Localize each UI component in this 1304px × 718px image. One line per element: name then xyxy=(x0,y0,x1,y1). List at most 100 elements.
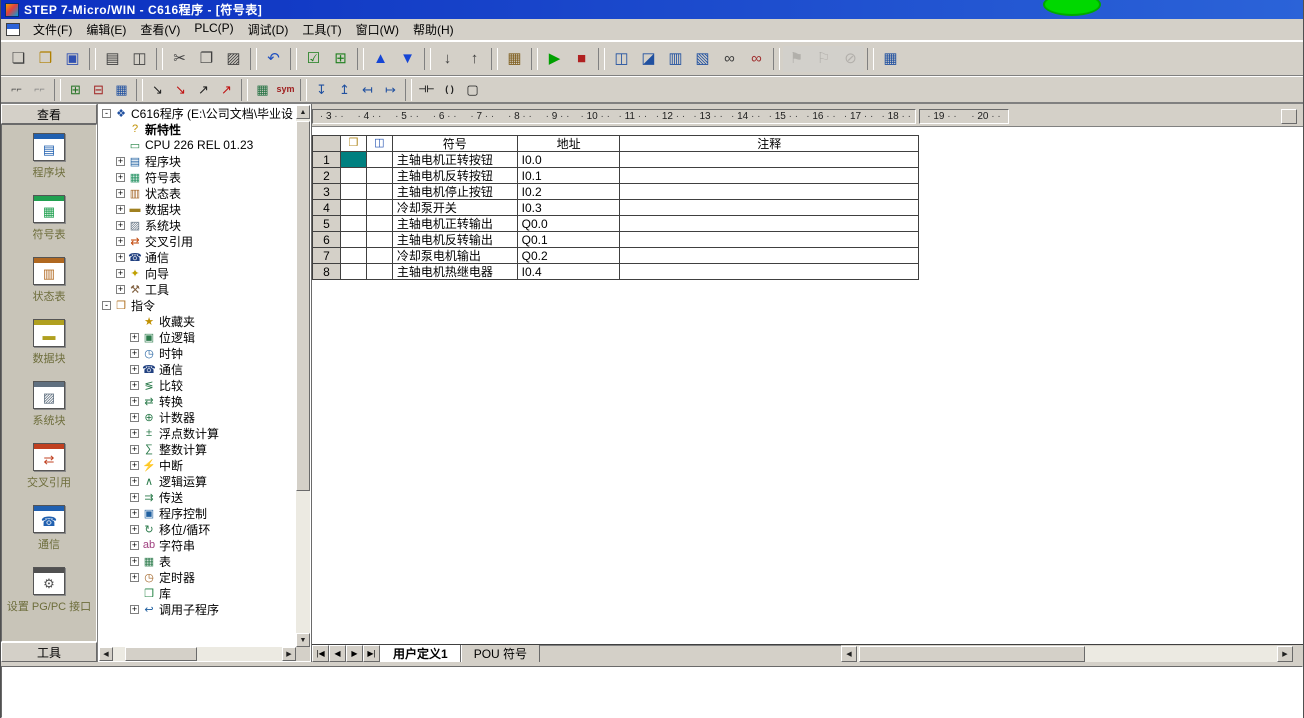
menu-item[interactable]: 查看(V) xyxy=(133,18,187,41)
tree-expand-toggle[interactable]: + xyxy=(130,396,139,406)
delete-column-button[interactable]: ↗ xyxy=(215,79,238,100)
tree-item-system-block[interactable]: + ▨ 系统块 xyxy=(99,217,296,233)
scroll-thumb[interactable] xyxy=(859,645,1085,662)
flag-cell[interactable] xyxy=(340,264,367,280)
tree-expand-toggle[interactable]: + xyxy=(130,508,139,518)
paste-button[interactable]: ▨ xyxy=(220,45,247,72)
tree-expand-toggle[interactable]: + xyxy=(130,492,139,502)
tree-item-move[interactable]: + ⇉ 传送 xyxy=(99,489,296,505)
tree-item-bit-logic[interactable]: + ▣ 位逻辑 xyxy=(99,329,296,345)
sidebar-item-data-block[interactable]: ▬ 数据块 xyxy=(2,319,96,381)
output-window[interactable] xyxy=(1,666,1303,718)
tree-expand-toggle[interactable]: + xyxy=(130,412,139,422)
tree-expand-toggle[interactable]: + xyxy=(130,348,139,358)
box-button[interactable]: ▢ xyxy=(461,79,484,100)
comment-cell[interactable] xyxy=(620,152,919,168)
insert-network-button[interactable]: ⊞ xyxy=(64,79,87,100)
comment-cell[interactable] xyxy=(620,168,919,184)
flag-cell[interactable] xyxy=(340,152,367,168)
symbol-cell[interactable]: 主轴电机正转输出 xyxy=(392,216,518,232)
table-corner-cell[interactable] xyxy=(313,136,341,152)
save-button[interactable]: ▣ xyxy=(59,45,86,72)
tree-item-communications-instr[interactable]: + ☎ 通信 xyxy=(99,361,296,377)
comment-cell[interactable] xyxy=(620,232,919,248)
prev-tab-button[interactable]: ◀ xyxy=(329,645,346,662)
tree-expand-toggle[interactable]: + xyxy=(130,604,139,614)
tree-item-cross-reference[interactable]: + ⇄ 交叉引用 xyxy=(99,233,296,249)
sheet-horizontal-scrollbar[interactable]: ◀ ▶ xyxy=(841,645,1293,662)
symbol-cell[interactable]: 冷却泵电机输出 xyxy=(392,248,518,264)
flag-column-header[interactable]: ❒ xyxy=(340,136,367,152)
print-button[interactable]: ▤ xyxy=(99,45,126,72)
flag-cell[interactable] xyxy=(340,216,367,232)
unforce-button[interactable]: ⚐ xyxy=(810,45,837,72)
tree-expand-toggle[interactable]: + xyxy=(116,172,125,182)
delete-row-button[interactable]: ↘ xyxy=(169,79,192,100)
column-header-symbol[interactable]: 符号 xyxy=(392,136,518,152)
scroll-down-button[interactable]: ▼ xyxy=(296,633,310,647)
chart-status-button[interactable]: ▥ xyxy=(662,45,689,72)
first-tab-button[interactable]: |◀ xyxy=(312,645,329,662)
tree-expand-toggle[interactable]: - xyxy=(102,300,111,310)
tree-expand-toggle[interactable]: + xyxy=(116,284,125,294)
line-left-button[interactable]: ↤ xyxy=(356,79,379,100)
scroll-right-button[interactable]: ▶ xyxy=(1277,645,1293,662)
scroll-track[interactable] xyxy=(857,645,1277,662)
tree-item-call-subroutines[interactable]: + ↩ 调用子程序 xyxy=(99,601,296,617)
scroll-thumb[interactable] xyxy=(296,121,310,492)
tree-expand-toggle[interactable]: + xyxy=(116,188,125,198)
symbol-cell[interactable]: 主轴电机停止按钮 xyxy=(392,184,518,200)
comment-cell[interactable] xyxy=(620,184,919,200)
symbol-table-sheet[interactable]: ❒ ◫ 符号 地址 注释 1 主轴电机正转按钮 I0.0 2 主轴电机反转按钮 … xyxy=(312,126,1303,644)
tree-item-string[interactable]: + ab 字符串 xyxy=(99,537,296,553)
tree-expand-toggle[interactable]: + xyxy=(130,364,139,374)
tree-expand-toggle[interactable]: + xyxy=(130,540,139,550)
compile-button[interactable]: ☑ xyxy=(300,45,327,72)
address-cell[interactable]: I0.4 xyxy=(517,264,621,280)
tree-horizontal-scrollbar[interactable]: ◀ ▶ xyxy=(99,647,296,661)
tree-expand-toggle[interactable]: + xyxy=(116,220,125,230)
tree-item-shift-rotate[interactable]: + ↻ 移位/循环 xyxy=(99,521,296,537)
tree-item-integer-math[interactable]: + ∑ 整数计算 xyxy=(99,441,296,457)
sidebar-item-communications[interactable]: ☎ 通信 xyxy=(2,505,96,567)
tree-item-program-control[interactable]: + ▣ 程序控制 xyxy=(99,505,296,521)
sidebar-item-system-block[interactable]: ▨ 系统块 xyxy=(2,381,96,443)
view-flag-cell[interactable] xyxy=(366,216,393,232)
menu-item[interactable]: 调试(D) xyxy=(241,18,296,41)
tree-item-status-chart[interactable]: + ▥ 状态表 xyxy=(99,185,296,201)
tree-item-timers[interactable]: + ◷ 定时器 xyxy=(99,569,296,585)
tree-expand-toggle[interactable]: + xyxy=(130,476,139,486)
stop-button[interactable]: ■ xyxy=(568,45,595,72)
coil-button[interactable]: ( ) xyxy=(438,79,461,100)
symbol-info-table-button[interactable]: ▦ xyxy=(251,79,274,100)
tree-item-floating-point-math[interactable]: + ± 浮点数计算 xyxy=(99,425,296,441)
tree-expand-toggle[interactable]: + xyxy=(116,156,125,166)
row-number-cell[interactable]: 3 xyxy=(313,184,341,200)
flag-cell[interactable] xyxy=(340,168,367,184)
sort-ascending-button[interactable]: ↓ xyxy=(434,45,461,72)
scroll-thumb[interactable] xyxy=(125,647,197,661)
symbol-cell[interactable]: 主轴电机反转输出 xyxy=(392,232,518,248)
unforce-all-button[interactable]: ⊘ xyxy=(837,45,864,72)
view-flag-cell[interactable] xyxy=(366,232,393,248)
tree-expand-toggle[interactable]: + xyxy=(116,252,125,262)
next-tab-button[interactable]: ▶ xyxy=(346,645,363,662)
tree-expand-toggle[interactable]: + xyxy=(116,204,125,214)
tree-item-instructions[interactable]: - ❒ 指令 xyxy=(99,297,296,313)
child-window-icon[interactable] xyxy=(6,23,20,36)
tree-item-new-features[interactable]: ? 新特性 xyxy=(99,121,296,137)
tree-item-favorites[interactable]: ★ 收藏夹 xyxy=(99,313,296,329)
line-up-button[interactable]: ↥ xyxy=(333,79,356,100)
read-all-button[interactable]: ∞ xyxy=(716,45,743,72)
scroll-track[interactable] xyxy=(296,119,310,633)
comment-cell[interactable] xyxy=(620,248,919,264)
toggle-network-comments-button[interactable]: ⌐⌐ xyxy=(28,79,51,100)
table-row[interactable]: 6 主轴电机反转输出 Q0.1 xyxy=(313,232,919,248)
tree-vertical-scrollbar[interactable]: ▲ ▼ xyxy=(296,105,310,647)
view-flag-cell[interactable] xyxy=(366,168,393,184)
download-button[interactable]: ▼ xyxy=(394,45,421,72)
address-cell[interactable]: Q0.1 xyxy=(517,232,621,248)
compile-all-button[interactable]: ⊞ xyxy=(327,45,354,72)
upload-button[interactable]: ▲ xyxy=(367,45,394,72)
symbol-table-grid-button[interactable]: ▦ xyxy=(877,45,904,72)
